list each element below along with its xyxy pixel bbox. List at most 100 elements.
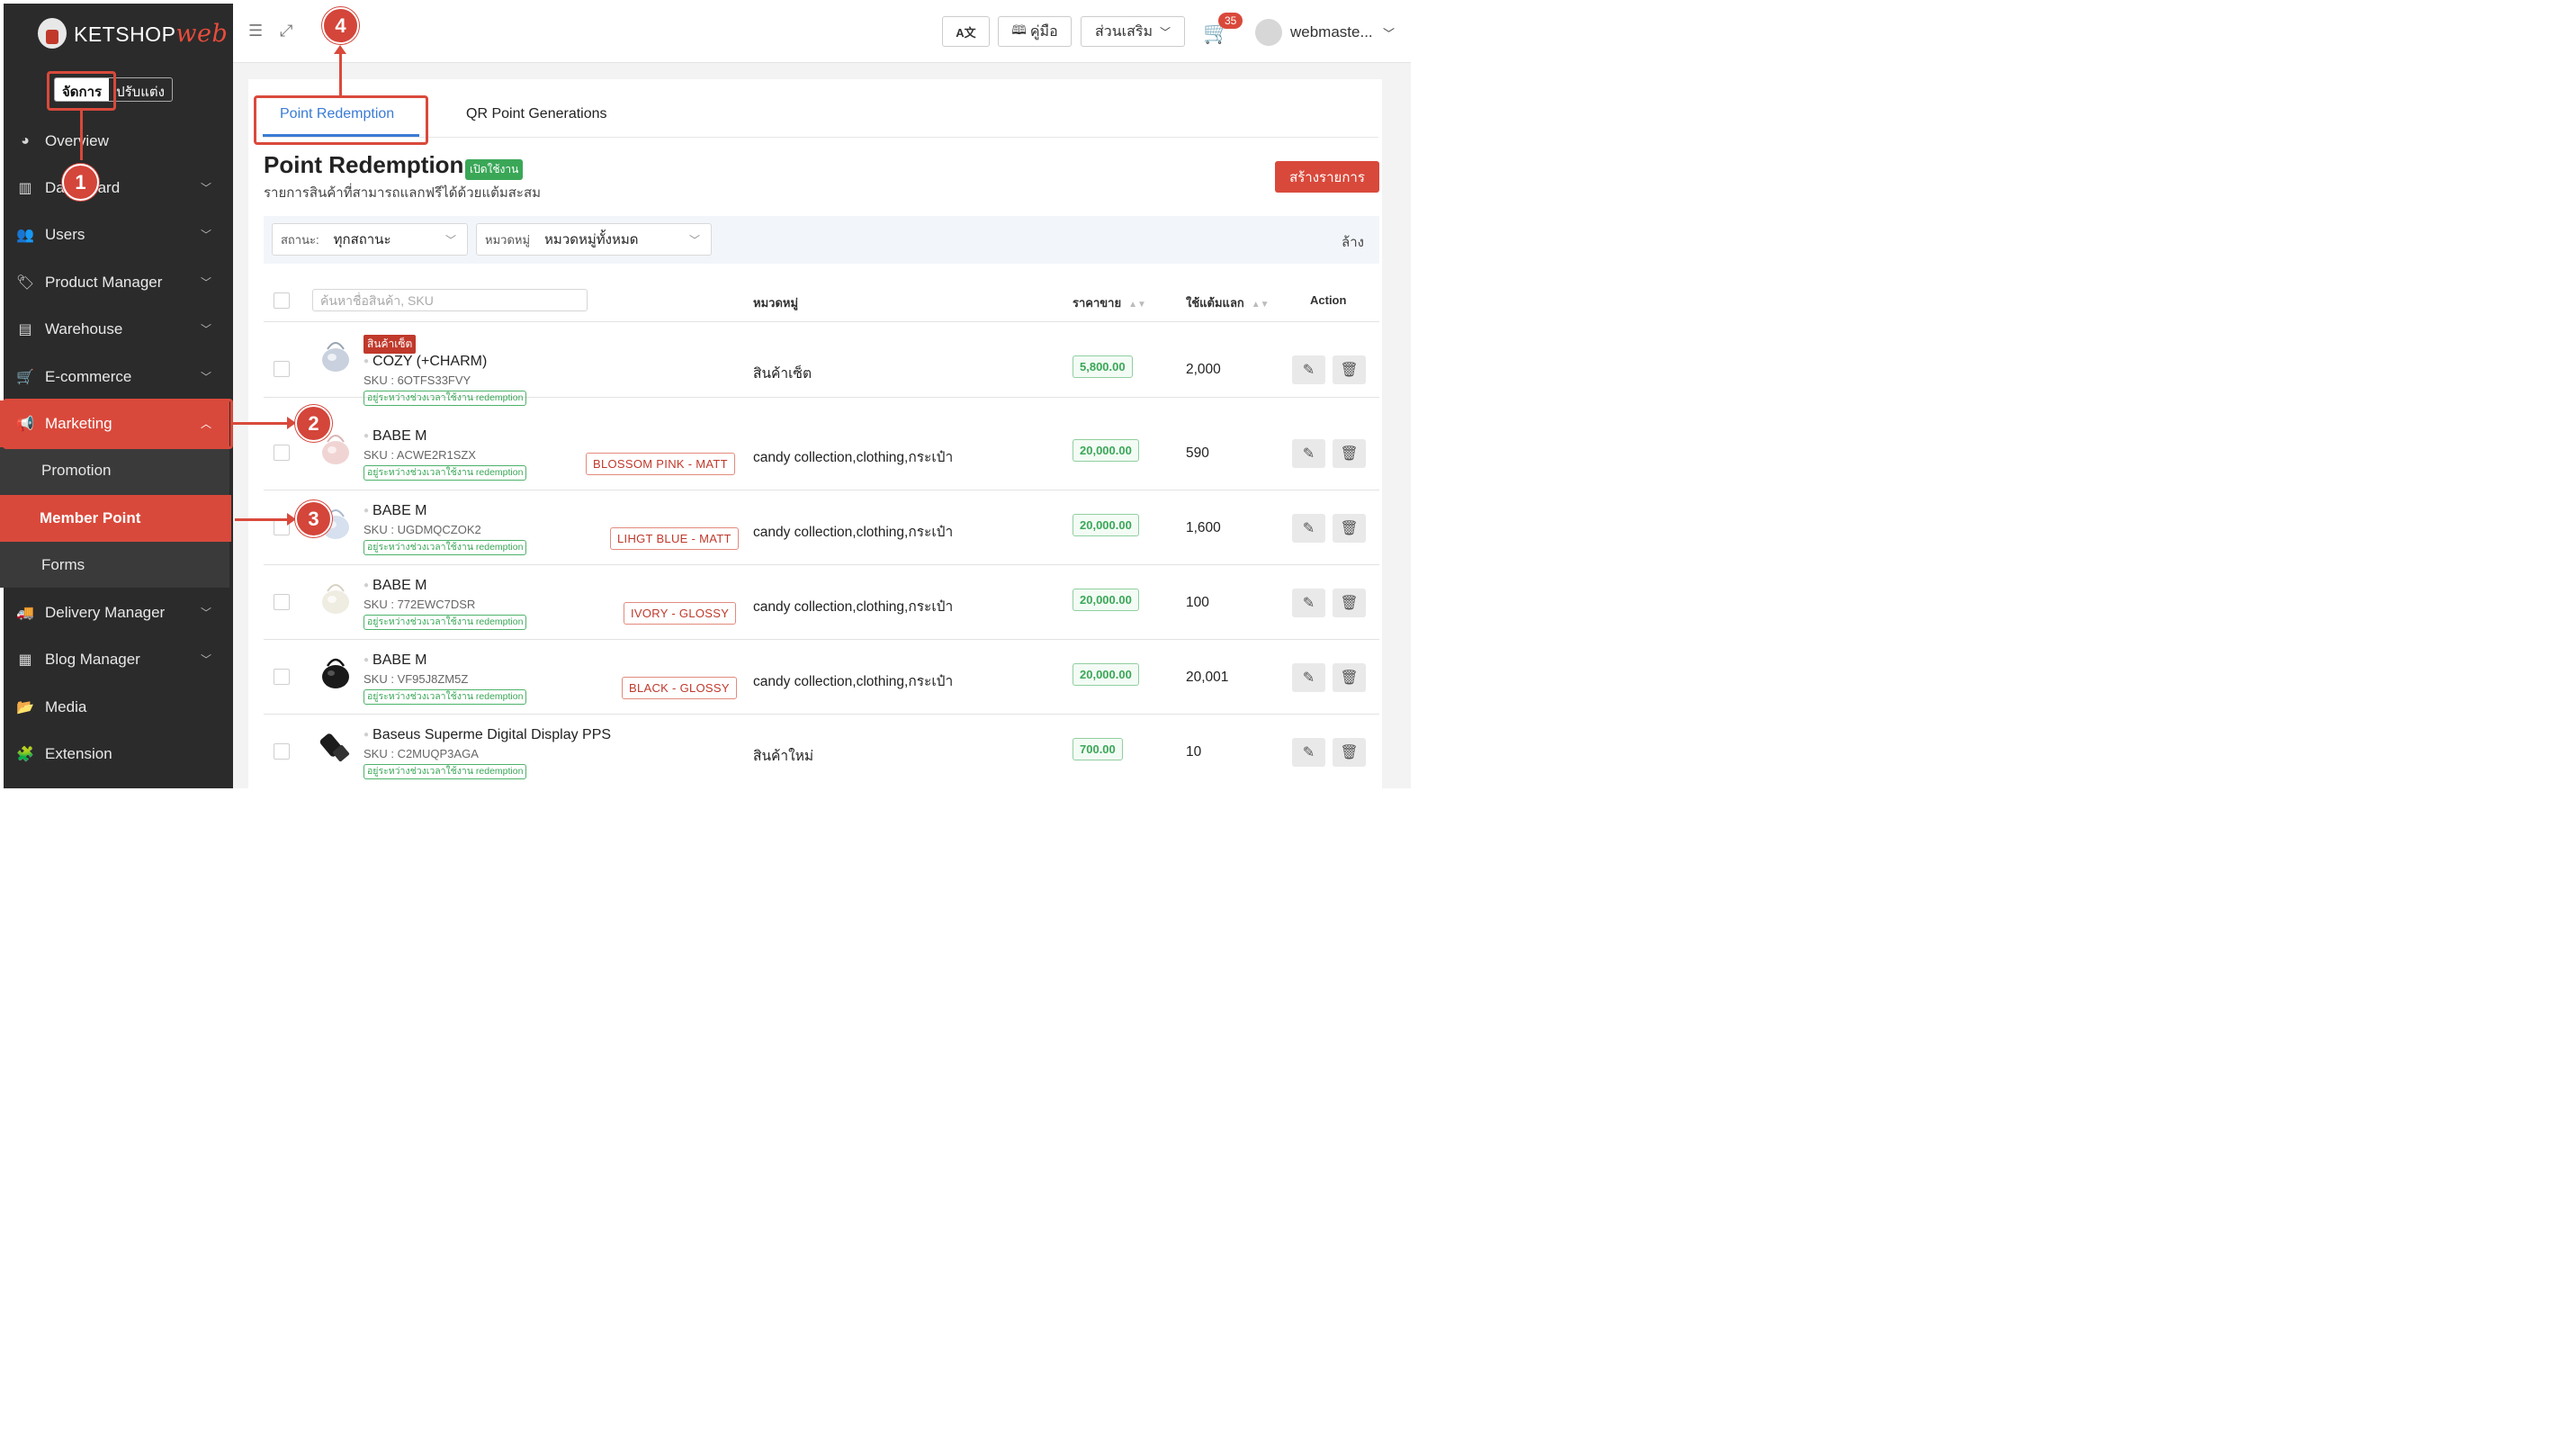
sidebar-item-delivery-manager[interactable]: 🚚 Delivery Manager ﹀ (0, 589, 229, 636)
edit-button[interactable]: ✎ (1292, 738, 1325, 767)
annotation-arrowhead-4 (334, 45, 346, 54)
product-sku: SKU : ACWE2R1SZX (364, 448, 476, 462)
sidebar-item-extension[interactable]: 🧩 Extension (0, 731, 229, 778)
sidebar-item-product-manager[interactable]: 🏷 Product Manager ﹀ (0, 259, 229, 306)
avatar[interactable] (1255, 19, 1282, 46)
product-category: candy collection,clothing,กระเป๋า (753, 525, 954, 540)
sidebar-subitem-forms[interactable]: Forms (0, 542, 229, 589)
pencil-icon: ✎ (1302, 446, 1315, 462)
sidebar-item-label: E-commerce (45, 368, 132, 385)
product-category: สินค้าใหม่ (753, 749, 814, 764)
tabs-divider (263, 137, 1378, 138)
sidebar-item-overview[interactable]: ◕ Overview (0, 118, 229, 165)
page-title: Point Redemption (264, 151, 464, 178)
redeem-points: 1,600 (1186, 520, 1221, 535)
sidebar-item-ecommerce[interactable]: 🛒 E-commerce ﹀ (0, 354, 229, 400)
product-name[interactable]: BABE M (364, 652, 426, 669)
product-price: 20,000.00 (1073, 589, 1139, 611)
search-input[interactable] (312, 289, 588, 311)
edit-button[interactable]: ✎ (1292, 355, 1325, 384)
warehouse-icon: ▤ (18, 322, 32, 337)
product-name[interactable]: BABE M (364, 428, 426, 445)
chevron-down-icon: ﹀ (200, 276, 211, 289)
fullscreen-icon[interactable]: ⤢ (280, 22, 292, 40)
delete-button[interactable]: 🗑 (1333, 663, 1366, 692)
cart-icon: 🛒 (16, 370, 34, 385)
status-filter-select[interactable]: สถานะ: ทุกสถานะ ﹀ (272, 223, 468, 256)
product-sku: SKU : C2MUQP3AGA (364, 747, 479, 760)
redemption-period-tag: อยู่ระหว่างช่วงเวลาใช้งาน redemption (364, 540, 527, 555)
sidebar-subitem-member-point[interactable]: Member Point (0, 495, 231, 542)
sidebar-item-dashboard[interactable]: ▥Dashboard﹀ (0, 165, 229, 211)
product-name[interactable]: Baseus Superme Digital Display PPS (364, 727, 611, 743)
sidebar-item-label: Product Manager (45, 274, 163, 291)
variant-tag: LIHGT BLUE - MATT (610, 527, 739, 550)
sidebar-subitem-promotion[interactable]: Promotion (0, 447, 229, 494)
folder-icon: 📂 (16, 700, 34, 715)
pencil-icon: ✎ (1302, 745, 1315, 760)
sidebar-subitem-label: Forms (41, 556, 85, 573)
chevron-down-icon: ﹀ (200, 653, 211, 666)
chevron-down-icon: ﹀ (200, 323, 211, 336)
clear-filters-button[interactable]: ล้าง (1342, 231, 1364, 253)
pencil-icon: ✎ (1302, 363, 1315, 378)
delete-button[interactable]: 🗑 (1333, 355, 1366, 384)
language-button[interactable]: A文 (942, 16, 990, 47)
edit-button[interactable]: ✎ (1292, 514, 1325, 543)
select-all-checkbox[interactable] (274, 292, 290, 309)
product-image-bag-black (322, 658, 349, 688)
edit-button[interactable]: ✎ (1292, 663, 1325, 692)
edit-button[interactable]: ✎ (1292, 439, 1325, 468)
product-price: 20,000.00 (1073, 514, 1139, 536)
delete-button[interactable]: 🗑 (1333, 738, 1366, 767)
product-category: candy collection,clothing,กระเป๋า (753, 599, 954, 615)
annotation-arrow-2 (233, 422, 289, 425)
delete-button[interactable]: 🗑 (1333, 439, 1366, 468)
delete-button[interactable]: 🗑 (1333, 514, 1366, 543)
redeem-points: 590 (1186, 445, 1209, 461)
product-image-bag-silver (322, 342, 349, 372)
chevron-down-icon: ﹀ (444, 234, 456, 247)
column-header-price[interactable]: ราคาขาย ▲▼ (1073, 293, 1146, 312)
sidebar-item-blog-manager[interactable]: ▦ Blog Manager ﹀ (0, 636, 229, 683)
sidebar-subitem-label: Promotion (41, 462, 112, 479)
redemption-period-tag: อยู่ระหว่างช่วงเวลาใช้งาน redemption (364, 615, 527, 630)
sidebar-item-media[interactable]: 📂 Media (0, 684, 229, 731)
product-name[interactable]: BABE M (364, 503, 426, 519)
variant-tag: IVORY - GLOSSY (624, 602, 737, 625)
addons-dropdown[interactable]: ส่วนเสริม ﹀ (1081, 16, 1185, 47)
delete-button[interactable]: 🗑 (1333, 589, 1366, 617)
row-checkbox[interactable] (274, 361, 290, 377)
chevron-down-icon: ﹀ (200, 182, 211, 194)
sidebar-item-users[interactable]: 👥 Users ﹀ (0, 211, 229, 258)
mode-customize-button[interactable]: ปรับแต่ง (109, 78, 172, 101)
tab-qr-point-generations[interactable]: QR Point Generations (466, 106, 607, 122)
username[interactable]: webmaste... (1290, 23, 1373, 41)
row-checkbox[interactable] (274, 743, 290, 760)
chevron-down-icon[interactable]: ﹀ (1383, 24, 1395, 41)
sidebar-item-warehouse[interactable]: ▤ Warehouse ﹀ (0, 306, 229, 353)
product-sku: SKU : 772EWC7DSR (364, 598, 476, 611)
collapse-menu-icon[interactable]: ☰ (248, 22, 263, 40)
ketshop-logo[interactable]: KETSHOPweb (38, 18, 228, 49)
edit-button[interactable]: ✎ (1292, 589, 1325, 617)
chevron-down-icon: ﹀ (688, 234, 700, 247)
category-filter-select[interactable]: หมวดหมู่ หมวดหมู่ทั้งหมด ﹀ (476, 223, 712, 256)
redeem-points: 2,000 (1186, 362, 1221, 377)
manual-button[interactable]: 🕮 คู่มือ (998, 16, 1072, 47)
redemption-period-tag: อยู่ระหว่างช่วงเวลาใช้งาน redemption (364, 689, 527, 705)
row-checkbox[interactable] (274, 594, 290, 610)
row-checkbox[interactable] (274, 669, 290, 685)
product-name[interactable]: COZY (+CHARM) (364, 354, 487, 370)
row-checkbox[interactable] (274, 445, 290, 461)
sidebar-item-label: Media (45, 698, 87, 715)
price-header-label: ราคาขาย (1073, 296, 1122, 310)
create-item-button[interactable]: สร้างรายการ (1275, 161, 1379, 193)
product-name[interactable]: BABE M (364, 578, 426, 594)
annotation-number-1: 1 (62, 164, 99, 201)
annotation-box-point-redemption-tab (254, 95, 428, 145)
addons-label: ส่วนเสริม (1094, 23, 1153, 40)
category-filter-label: หมวดหมู่ (485, 232, 531, 247)
column-header-action: Action (1310, 293, 1347, 307)
column-header-points[interactable]: ใช้แต้มแลก ▲▼ (1186, 293, 1270, 312)
